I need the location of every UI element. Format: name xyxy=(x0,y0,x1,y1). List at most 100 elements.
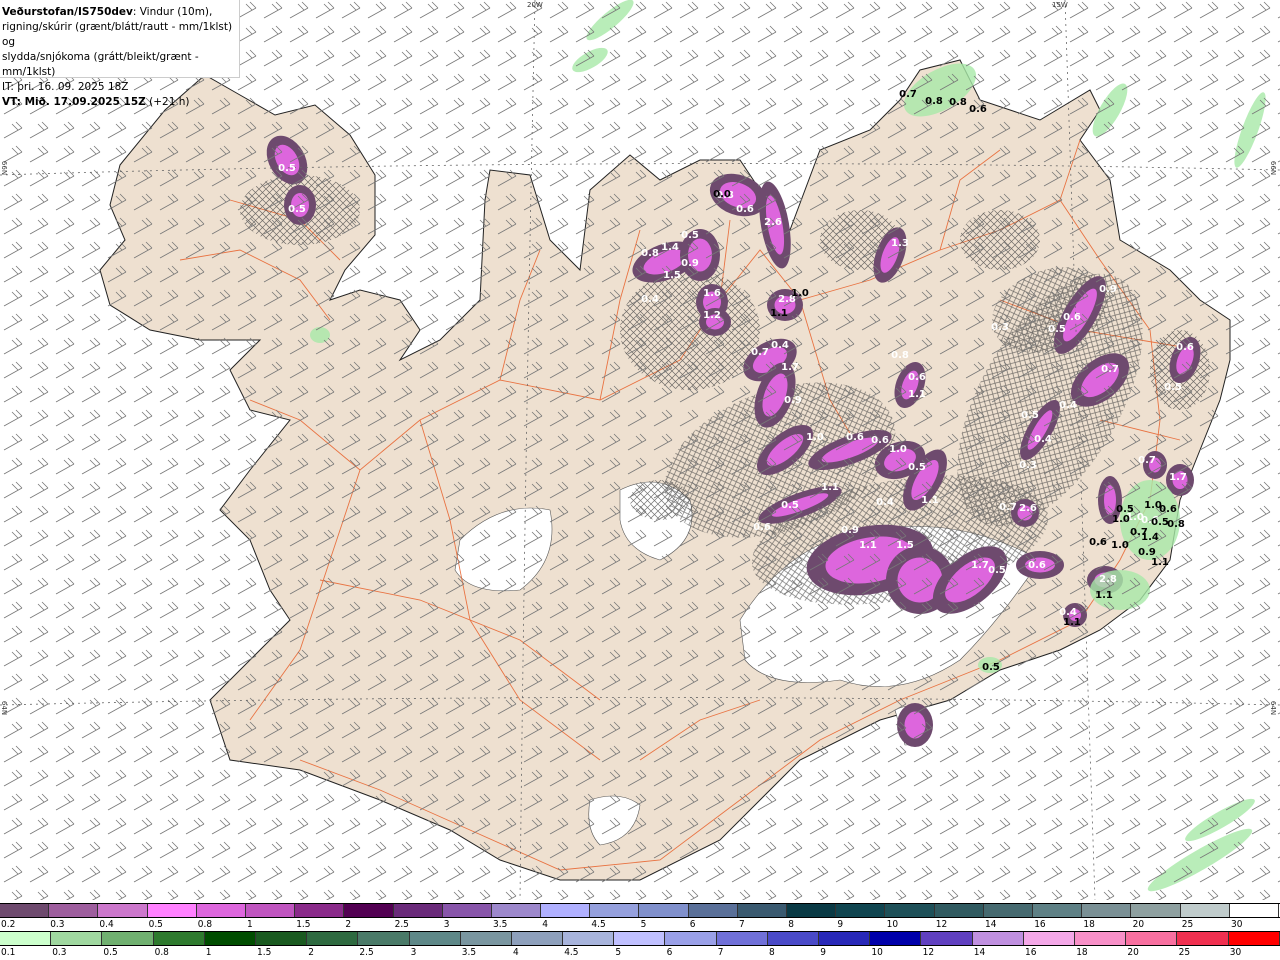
snow-legend-label: 5 xyxy=(640,919,647,930)
rain-color-swatch xyxy=(1126,932,1178,945)
rain-color-swatch xyxy=(204,932,256,945)
snow-value-label: 0.8 xyxy=(641,248,659,259)
snow-value-label: 0.5 xyxy=(1048,324,1066,335)
rain-legend-label: 30 xyxy=(1229,947,1242,958)
snow-value-label: 0.9 xyxy=(841,525,859,536)
snow-legend-label: 14 xyxy=(985,919,997,930)
title-line2: rigning/skúrir (grænt/blátt/rautt - mm/1… xyxy=(2,21,233,48)
rain-legend-label: 25 xyxy=(1178,947,1191,958)
rain-color-swatch xyxy=(767,932,819,945)
snow-color-swatch xyxy=(1131,904,1181,917)
snow-value-label: 0.6 xyxy=(1063,312,1081,323)
rain-value-label: 0.6 xyxy=(1089,537,1107,548)
rain-legend-label: 0.1 xyxy=(1,947,16,958)
snow-legend-label: 8 xyxy=(788,919,794,930)
snow-value-label: 0.5 xyxy=(278,163,296,174)
rain-color-swatch xyxy=(614,932,666,945)
snow-color-swatch xyxy=(393,904,443,917)
rain-value-label: 0.6 xyxy=(1159,504,1177,515)
snow-value-label: 1.5 xyxy=(896,540,914,551)
snow-legend-label: 9 xyxy=(837,919,844,930)
weather-map: 0.50.50.81.40.50.91.50.41.61.20.80.62.62… xyxy=(0,0,1280,900)
rain-value-label: 1.4 xyxy=(1141,532,1159,543)
snow-value-label: 1.4 xyxy=(661,242,679,253)
snow-value-label: 1.7 xyxy=(971,560,989,571)
snow-legend-label: 0.5 xyxy=(148,919,163,930)
snow-legend-label: 4.5 xyxy=(591,919,606,930)
lat-label-64n-right: 64N xyxy=(1269,700,1278,716)
lat-label-66n-right: 66N xyxy=(1269,160,1278,176)
snow-value-label: 1.1 xyxy=(921,495,939,506)
rain-legend-label: 4 xyxy=(513,947,519,958)
snow-value-label: 0.5 xyxy=(288,204,306,215)
snow-value-label: 0.7 xyxy=(1138,455,1156,466)
snow-value-label: 0.5 xyxy=(988,565,1006,576)
snow-value-label: 1.1 xyxy=(908,389,926,400)
snow-value-label: 1.3 xyxy=(891,238,909,249)
snow-value-label: 0.6 xyxy=(1176,342,1194,353)
snow-color-swatch xyxy=(147,904,197,917)
valid-time: VT: Mið. 17.09.2025 15Z xyxy=(2,96,146,108)
rain-color-swatch xyxy=(51,932,103,945)
rain-color-swatch xyxy=(102,932,154,945)
snow-color-swatch xyxy=(491,904,542,917)
rain-color-swatch xyxy=(460,932,512,945)
snow-legend-label: 3 xyxy=(443,919,450,930)
rain-value-label: 0.0 xyxy=(713,189,731,200)
snow-legend-label: 1 xyxy=(247,919,253,930)
rain-value-label: 1.0 xyxy=(1111,540,1129,551)
rain-legend-label: 4.5 xyxy=(564,947,579,958)
snow-color-swatch xyxy=(98,904,148,917)
snow-value-label: 0.6 xyxy=(736,204,754,215)
snow-value-label: 0.9 xyxy=(1099,284,1117,295)
rain-value-label: 1.0 xyxy=(1112,514,1130,525)
rain-color-swatch xyxy=(819,932,871,945)
rain-legend-label: 9 xyxy=(820,947,826,958)
title-line1: : Vindur (10m), xyxy=(132,6,213,18)
snow-legend-label: 16 xyxy=(1034,919,1046,930)
rain-legend-label: 0.5 xyxy=(103,947,118,958)
rain-value-label: 0.8 xyxy=(925,96,943,107)
rain-color-swatch xyxy=(972,932,1024,945)
snow-value-label: 2.6 xyxy=(1019,503,1037,514)
rain-legend-label: 5 xyxy=(615,947,622,958)
rain-color-swatch xyxy=(921,932,973,945)
snow-value-label: 0.5 xyxy=(681,230,699,241)
rain-color-swatch xyxy=(409,932,461,945)
snow-color-swatch xyxy=(245,904,296,917)
snow-legend-label: 2.5 xyxy=(394,919,409,930)
rain-value-label: 0.6 xyxy=(969,104,987,115)
snow-color-swatch xyxy=(541,904,591,917)
rain-legend-label: 7 xyxy=(717,947,724,958)
snow-color-swatch xyxy=(639,904,689,917)
snow-color-swatch xyxy=(590,904,640,917)
snow-color-swatch xyxy=(688,904,738,917)
snow-color-swatch xyxy=(934,904,984,917)
wind-barbs xyxy=(0,0,1280,900)
snow-color-swatch xyxy=(1229,904,1279,917)
rain-value-label: 1.1 xyxy=(1063,617,1081,628)
rain-value-label: 0.7 xyxy=(899,89,917,100)
rain-color-swatch xyxy=(1023,932,1075,945)
rain-color-swatch xyxy=(307,932,359,945)
snow-legend-label: 12 xyxy=(935,919,948,930)
rain-color-swatch xyxy=(1228,932,1280,945)
rain-value-label: 0.5 xyxy=(982,662,1000,673)
snow-value-label: 1.5 xyxy=(663,270,681,281)
rain-color-swatch xyxy=(511,932,564,945)
snow-legend-label: 3.5 xyxy=(493,919,508,930)
snow-value-label: 1.0 xyxy=(889,444,907,455)
snow-value-label: 0.6 xyxy=(753,522,771,533)
rain-color-swatch xyxy=(563,932,615,945)
snow-legend-label: 0.4 xyxy=(99,919,114,930)
snow-value-label: 1.0 xyxy=(806,432,824,443)
snow-value-label: 1.2 xyxy=(703,310,721,321)
snow-value-label: 0.3 xyxy=(991,322,1009,333)
rain-legend-label: 2.5 xyxy=(359,947,374,958)
lon-label-20w: 20W xyxy=(527,1,543,9)
snow-legend-label: 20 xyxy=(1132,919,1145,930)
title-line3: slydda/snjókoma (grátt/bleikt/grænt - mm… xyxy=(2,51,199,78)
snow-color-swatch xyxy=(295,904,345,917)
rain-value-label: 0.8 xyxy=(949,97,967,108)
snow-color-swatch xyxy=(344,904,394,917)
